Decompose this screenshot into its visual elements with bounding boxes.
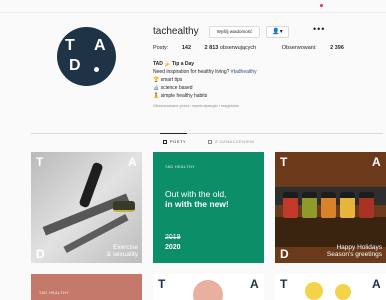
post-corner-t: T — [36, 155, 44, 169]
post-corner-t: T — [158, 277, 166, 291]
post-brand: TAD HEALTHY — [165, 165, 196, 169]
post-corner-d: D — [280, 247, 289, 261]
post-corner-d: D — [36, 247, 45, 261]
spice-jar — [302, 192, 317, 218]
post-holidays[interactable]: T A D Happy Holidays Season's greetings — [275, 152, 386, 263]
profile-bio: TAD 🍌 Tip a Day Need inspiration for hea… — [153, 60, 353, 110]
message-button[interactable]: Wyślij wiadomość — [209, 26, 260, 38]
tab-tagged-label: Z OZNACZENIEM — [215, 139, 255, 144]
post-headline-2: in with the new! — [165, 199, 229, 209]
post-caption: Happy Holidays Season's greetings — [327, 244, 382, 258]
bio-line-1: Need inspiration for healthy living? #ta… — [153, 68, 353, 76]
bio-name: TAD 🍌 Tip a Day — [153, 61, 195, 67]
bio-line-3: 🔬 science based — [153, 85, 193, 91]
tabs-divider — [31, 133, 383, 134]
followers-count[interactable]: 2 813 obserwujących — [205, 45, 269, 51]
follow-options-button[interactable]: 👤▾ — [266, 26, 289, 38]
spice-jar — [283, 192, 298, 218]
posts-label: Posty: — [153, 45, 169, 51]
browser-top-strip — [0, 0, 386, 13]
profile-username: tachealthy — [153, 26, 199, 37]
post-new-year[interactable]: TAD HEALTHY Out with the old, in with th… — [153, 152, 264, 263]
post-exercise[interactable]: T A D Exercise & sexuality — [31, 152, 142, 263]
spice-jar — [359, 192, 374, 218]
more-options-icon[interactable]: ••• — [313, 24, 325, 34]
bio-line-2: 🏆 smart tips — [153, 77, 183, 83]
post-photo-lemon — [305, 282, 323, 300]
post-lemons[interactable]: T A — [275, 274, 386, 300]
bio-hashtag[interactable]: #tadhealthy — [231, 69, 257, 75]
followers-value: 2 813 — [204, 45, 219, 51]
posts-count[interactable]: Posty: 142 — [153, 45, 191, 51]
post-photo-lemon — [335, 284, 351, 300]
following-label: Obserwowani: — [281, 45, 317, 51]
following-count[interactable]: Obserwowani: 2 396 — [282, 45, 344, 51]
active-tab-indicator — [160, 133, 187, 134]
post-headline-1: Out with the old, — [165, 189, 227, 199]
followed-by[interactable]: Obserwowane przez: mymindpanglo i magicl… — [153, 102, 353, 110]
post-corner-a: A — [250, 277, 259, 291]
avatar-dot — [94, 67, 99, 72]
bio-line-4: 🧘 simple healthy habits — [153, 93, 208, 99]
tab-posts-label: POSTY — [170, 139, 187, 144]
post-caption-line-1: Exercise — [113, 244, 138, 251]
avatar-letter-d: D — [69, 57, 81, 74]
bio-line-1-text: Need inspiration for healthy living? — [153, 69, 230, 75]
post-brand: TAD HEALTHY — [39, 291, 70, 295]
tab-posts[interactable]: POSTY — [163, 139, 186, 144]
post-corner-a: A — [128, 155, 137, 169]
grid-icon — [163, 140, 167, 144]
avatar-letter-t: T — [65, 37, 76, 54]
spice-jar — [321, 192, 336, 218]
post-tad-healthy[interactable]: TAD HEALTHY — [31, 274, 142, 300]
tag-icon — [208, 140, 212, 144]
following-value: 2 396 — [330, 45, 344, 51]
notification-dot — [320, 4, 323, 7]
profile-stats: Posty: 142 2 813 obserwujących Obserwowa… — [153, 45, 356, 51]
post-photo-plate — [193, 280, 223, 300]
post-corner-a: A — [372, 155, 381, 169]
tab-tagged[interactable]: Z OZNACZENIEM — [208, 139, 254, 144]
post-old-year: 2019 — [165, 234, 181, 241]
post-corner-t: T — [280, 277, 288, 291]
followers-label: obserwujących — [219, 45, 257, 51]
post-caption-line-2: & sexuality — [106, 251, 138, 258]
post-food[interactable]: T A — [153, 274, 264, 300]
spice-jar — [340, 192, 355, 218]
post-new-year-value: 2020 — [165, 244, 181, 251]
post-corner-t: T — [280, 155, 288, 169]
post-photo-shelf — [275, 217, 386, 247]
profile-avatar[interactable]: T A D — [57, 27, 116, 86]
post-photo-shoe — [113, 201, 135, 212]
post-caption-line-1: Happy Holidays — [336, 244, 382, 251]
posts-value: 142 — [181, 45, 192, 51]
avatar-letter-a: A — [94, 37, 106, 54]
post-corner-a: A — [372, 277, 381, 291]
post-caption-line-2: Season's greetings — [326, 251, 382, 258]
post-caption: Exercise & sexuality — [107, 244, 138, 258]
person-icon: 👤▾ — [272, 29, 283, 35]
